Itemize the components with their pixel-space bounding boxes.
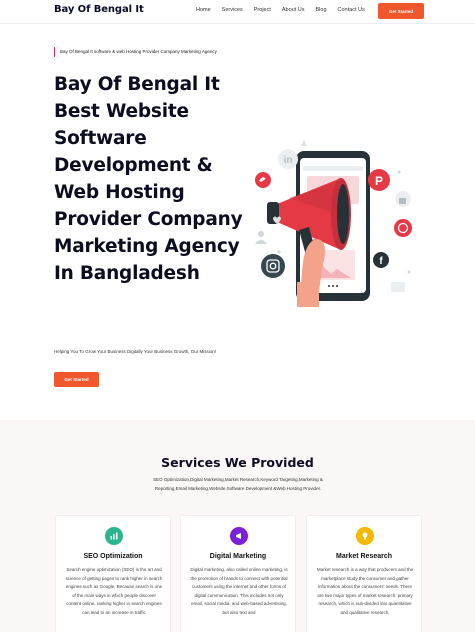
nav-about-us[interactable]: About Us [282, 7, 305, 13]
nav-contact-us[interactable]: Contact Us [338, 7, 365, 13]
hero-title: Bay Of Bengal It Best Website Software D… [54, 74, 243, 284]
lightbulb-icon [356, 527, 374, 545]
decor-dot [277, 250, 281, 254]
header-get-started-button[interactable]: Get Started [378, 3, 424, 19]
svg-text:in: in [284, 155, 293, 166]
service-card-title: Digital Marketing [209, 553, 267, 560]
hero-get-started-button[interactable]: Get Started [54, 372, 99, 387]
hero-tagline: Bay Of Bengal It software & web Hosting … [54, 47, 229, 57]
nav-project[interactable]: Project [254, 7, 271, 13]
marketing-illustration: in P f [255, 140, 412, 307]
decor-triangle [301, 140, 307, 146]
main-nav: Home Services Project About Us Blog Cont… [196, 7, 376, 13]
whatsapp-icon [394, 219, 412, 237]
svg-text:P: P [375, 174, 383, 188]
nav-blog[interactable]: Blog [316, 7, 327, 13]
service-card-title: SEO Optimization [83, 553, 143, 560]
instagram-icon [261, 254, 285, 278]
nav-services[interactable]: Services [222, 7, 243, 13]
service-card-text: Search engine optimization (SEO) is the … [65, 567, 163, 615]
nav-home[interactable]: Home [196, 7, 211, 13]
linkedin-icon: in [278, 149, 298, 169]
site-header: Bay Of Bengal It Home Services Project A… [0, 0, 475, 24]
services-description: SEO Optimization,Digital Marketing,Marke… [153, 477, 323, 491]
service-card-title: Market Research [335, 553, 393, 560]
thumbs-up-icon [395, 191, 411, 207]
service-card-seo[interactable]: SEO Optimization Search engine optimizat… [55, 515, 171, 632]
pinterest-icon: P [368, 169, 390, 191]
hero-subtitle: Helping You To Grow Your Business Digita… [54, 349, 217, 354]
decor-dot [407, 270, 411, 274]
chart-icon [105, 527, 123, 545]
site-logo[interactable]: Bay Of Bengal It [54, 4, 144, 15]
service-card-text: Digital marketing, also called online ma… [190, 567, 288, 615]
decor-dot [397, 170, 401, 174]
megaphone-icon [230, 527, 248, 545]
chat-bubble-icon [391, 282, 405, 292]
service-card-text: Market research is a way that producers … [316, 567, 414, 615]
services-title: Services We Provided [161, 455, 314, 470]
facebook-icon: f [373, 252, 389, 268]
service-card-market-research[interactable]: Market Research Market research is a way… [306, 515, 422, 632]
user-icon [255, 231, 267, 244]
twitter-icon [255, 172, 271, 188]
service-card-digital-marketing[interactable]: Digital Marketing Digital marketing, als… [180, 515, 296, 632]
